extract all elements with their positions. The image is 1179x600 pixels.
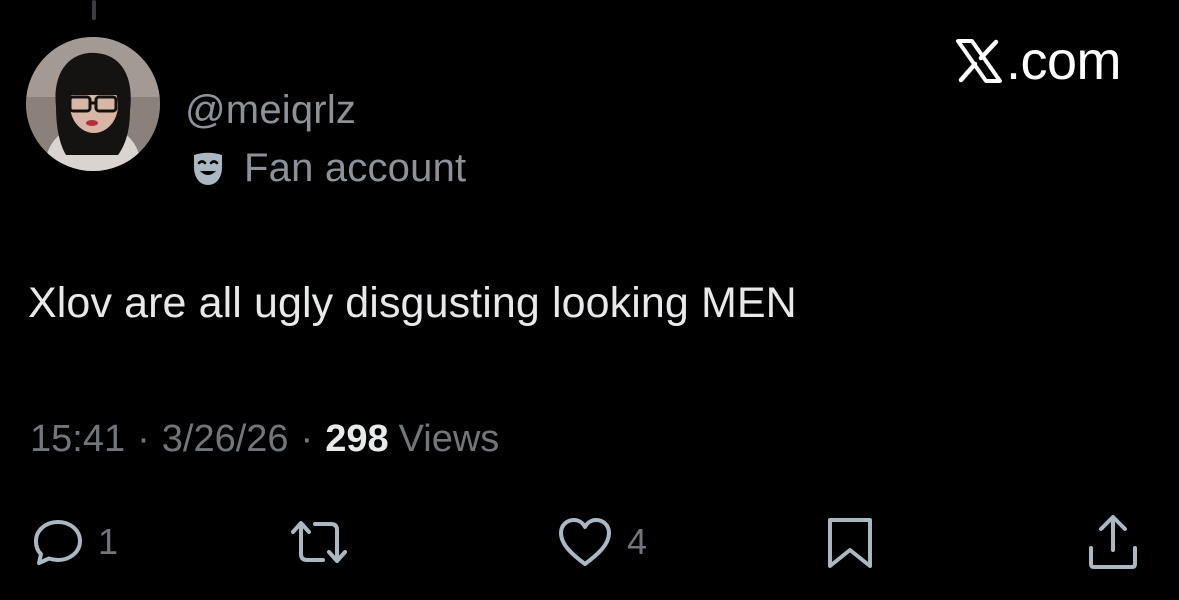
tweet-card: .com @meiqrlz Fan account Xlov are all u… [0,0,1179,600]
thread-connector-line [92,0,96,20]
bookmark-button[interactable] [824,514,876,570]
views-count[interactable]: 298 [325,418,388,460]
x-watermark: .com [955,30,1122,92]
like-button[interactable]: 4 [555,514,647,570]
meta-separator: · [137,418,150,460]
x-logo-icon [955,39,1002,83]
reply-button[interactable]: 1 [30,514,118,570]
avatar-image [26,37,160,171]
tweet-text: Xlov are all ugly disgusting looking MEN [28,279,797,327]
views-label[interactable]: Views [399,418,500,460]
share-icon [1089,515,1137,569]
tweet-date[interactable]: 3/26/26 [162,418,289,460]
watermark-text: .com [1005,31,1122,91]
account-label: Fan account [188,146,466,191]
like-count: 4 [627,521,648,562]
retweet-icon [291,521,347,563]
bookmark-icon [828,518,872,568]
tweet-meta: 15:41 · 3/26/26 · 298 Views [30,418,499,461]
meta-separator: · [300,418,314,460]
share-button[interactable] [1085,512,1141,572]
tweet-time[interactable]: 15:41 [30,418,125,460]
heart-icon [559,518,611,566]
theater-mask-icon [194,152,222,185]
reply-count: 1 [98,521,119,562]
reply-icon [34,520,82,565]
badge-label: Fan account [244,146,467,190]
author-handle[interactable]: @meiqrlz [185,88,356,133]
action-bar: 1 4 [0,510,1179,580]
avatar[interactable] [26,37,160,171]
retweet-button[interactable] [287,514,351,570]
